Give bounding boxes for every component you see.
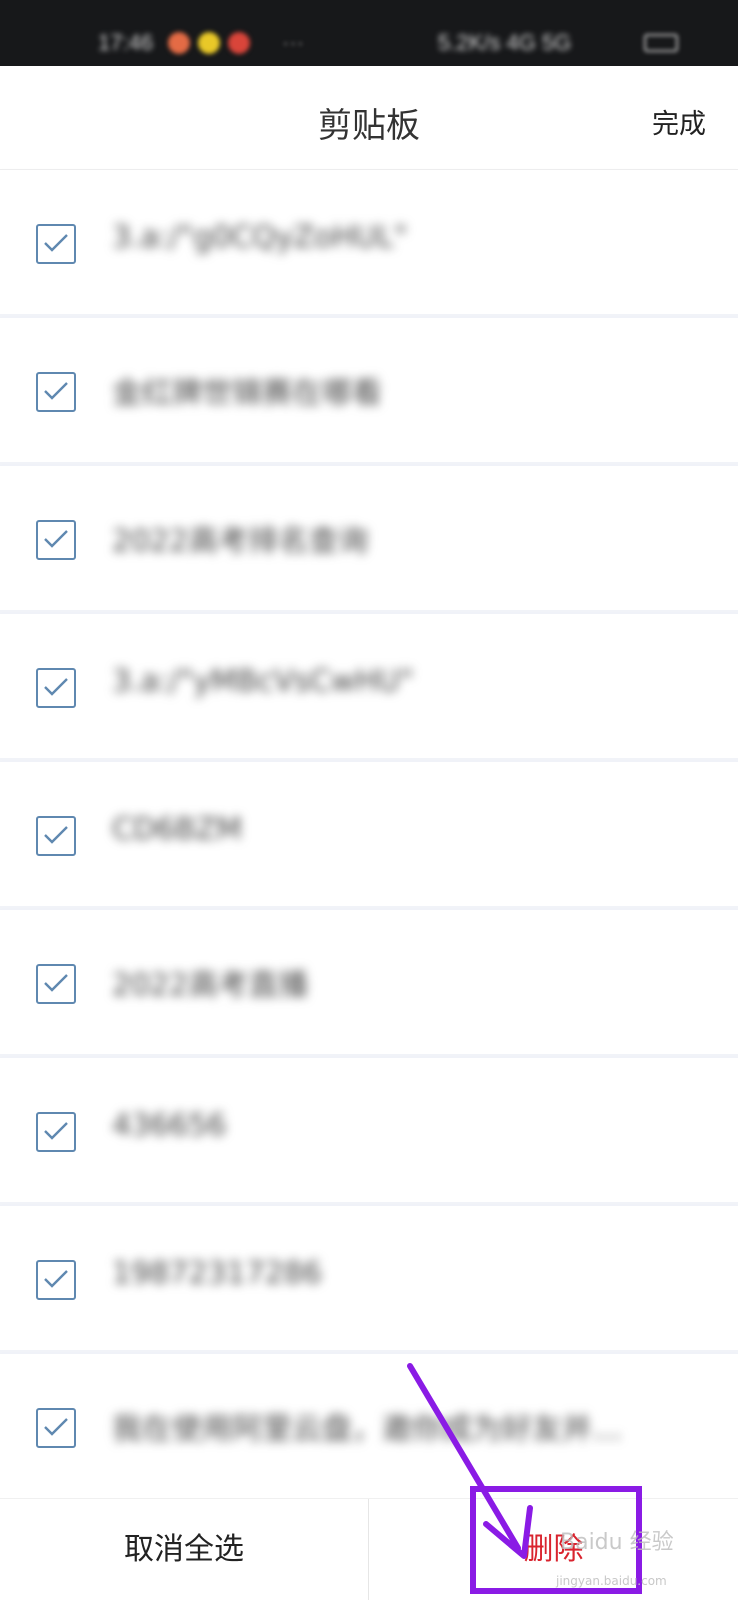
item-text: CD6BZM bbox=[112, 812, 243, 847]
page-title: 剪贴板 bbox=[318, 106, 420, 146]
status-bar: 17:46 ··· 5.2K/s 4G 5G bbox=[0, 0, 738, 66]
checkbox-checked-icon[interactable] bbox=[36, 964, 76, 1004]
list-item[interactable]: 3.a:/"yMBcVsCwHU" bbox=[0, 614, 738, 762]
checkbox-checked-icon[interactable] bbox=[36, 816, 76, 856]
checkbox-checked-icon[interactable] bbox=[36, 372, 76, 412]
item-text: 436656 bbox=[112, 1108, 227, 1143]
header: 剪贴板 完成 bbox=[0, 66, 738, 170]
notification-icon bbox=[228, 32, 250, 54]
watermark-url: jingyan.baidu.com bbox=[556, 1574, 667, 1588]
checkbox-checked-icon[interactable] bbox=[36, 224, 76, 264]
item-text: 3.a:/"yMBcVsCwHU" bbox=[112, 664, 414, 699]
checkbox-checked-icon[interactable] bbox=[36, 1260, 76, 1300]
more-notifications-icon: ··· bbox=[282, 30, 304, 55]
checkbox-checked-icon[interactable] bbox=[36, 1408, 76, 1448]
list-item[interactable]: 金红牌世锦赛在哪看 bbox=[0, 318, 738, 466]
list-item[interactable]: 我在使用阿里云盘，邀你成为好友并… bbox=[0, 1354, 738, 1502]
checkbox-checked-icon[interactable] bbox=[36, 668, 76, 708]
item-text: 2022高考直播 bbox=[112, 968, 309, 1003]
list-item[interactable]: 19872317286 bbox=[0, 1206, 738, 1354]
clipboard-list: 3.a:/"g0CQyZoHUL" 金红牌世锦赛在哪看 2022高考排名查询 3… bbox=[0, 170, 738, 1502]
item-text: 19872317286 bbox=[112, 1256, 322, 1291]
item-text: 我在使用阿里云盘，邀你成为好友并… bbox=[112, 1412, 622, 1447]
checkbox-checked-icon[interactable] bbox=[36, 1112, 76, 1152]
list-item[interactable]: 436656 bbox=[0, 1058, 738, 1206]
deselect-all-button[interactable]: 取消全选 bbox=[0, 1499, 368, 1600]
notification-icon bbox=[168, 32, 190, 54]
checkbox-checked-icon[interactable] bbox=[36, 520, 76, 560]
status-time: 17:46 bbox=[98, 30, 154, 55]
item-text: 金红牌世锦赛在哪看 bbox=[112, 376, 382, 411]
list-item[interactable]: 3.a:/"g0CQyZoHUL" bbox=[0, 170, 738, 318]
network-status: 5.2K/s 4G 5G bbox=[438, 30, 572, 55]
item-text: 3.a:/"g0CQyZoHUL" bbox=[112, 220, 408, 255]
list-item[interactable]: 2022高考直播 bbox=[0, 910, 738, 1058]
done-button[interactable]: 完成 bbox=[652, 102, 706, 141]
notification-icons bbox=[168, 32, 250, 54]
item-text: 2022高考排名查询 bbox=[112, 524, 369, 559]
list-item[interactable]: CD6BZM bbox=[0, 762, 738, 910]
battery-icon bbox=[644, 34, 678, 52]
list-item[interactable]: 2022高考排名查询 bbox=[0, 466, 738, 614]
watermark-logo: Baidu 经验 bbox=[560, 1530, 674, 1555]
notification-icon bbox=[198, 32, 220, 54]
